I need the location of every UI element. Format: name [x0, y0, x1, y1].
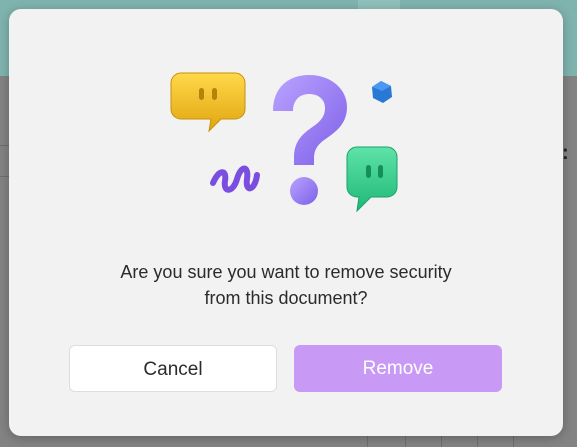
squiggle-icon	[210, 165, 260, 193]
green-chat-bubble-icon	[346, 146, 398, 213]
background-edge-glyph: :	[562, 142, 569, 164]
dialog-message-line2: from this document?	[204, 288, 368, 308]
blue-gem-icon	[372, 81, 392, 103]
yellow-chat-bubble-icon	[170, 72, 246, 133]
dialog-message: Are you sure you want to remove security…	[9, 259, 563, 311]
remove-button[interactable]: Remove	[294, 345, 502, 392]
remove-security-dialog: Are you sure you want to remove security…	[9, 9, 563, 436]
dialog-message-line1: Are you sure you want to remove security	[120, 262, 452, 282]
confirmation-illustration	[170, 72, 398, 213]
cancel-button[interactable]: Cancel	[69, 345, 277, 392]
question-mark-icon	[273, 75, 347, 205]
